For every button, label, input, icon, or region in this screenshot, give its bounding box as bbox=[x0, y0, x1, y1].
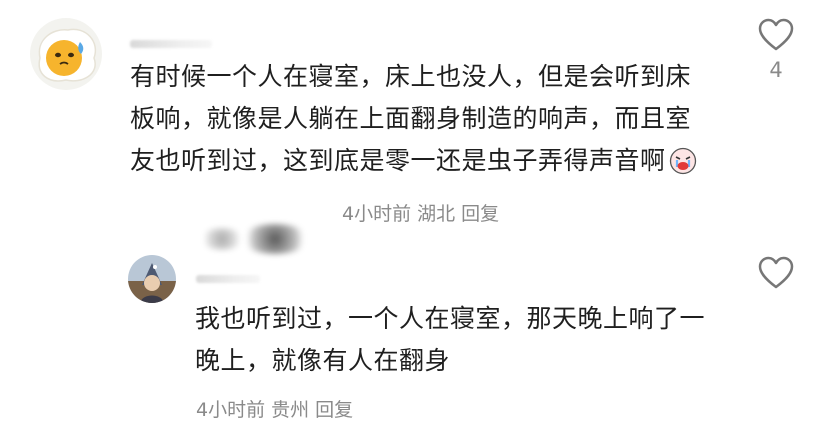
comment-body: 有时候一个人在寝室，床上也没人，但是会听到床板响，就像是人躺在上面翻身制造的响声… bbox=[130, 62, 692, 175]
comment-meta: 4小时前 湖北 回复 bbox=[342, 199, 505, 226]
comment-text[interactable]: 我也听到过，一个人在寝室，那天晚上响了一晚上，就像有人在翻身 bbox=[195, 298, 715, 382]
comment-time: 4小时前 bbox=[342, 203, 412, 225]
avatar[interactable] bbox=[30, 18, 102, 90]
avatar[interactable] bbox=[128, 255, 176, 303]
comment-body: 我也听到过，一个人在寝室，那天晚上响了一晚上，就像有人在翻身 bbox=[195, 304, 706, 375]
comment-meta: 4小时前 贵州 回复 bbox=[196, 395, 359, 422]
reply-button[interactable]: 回复 bbox=[461, 203, 499, 225]
heart-icon bbox=[758, 18, 794, 51]
comment-location: 湖北 bbox=[417, 203, 456, 225]
anime-character-avatar-icon bbox=[128, 255, 176, 303]
like-count: 4 bbox=[769, 58, 783, 82]
reply-button[interactable]: 回复 bbox=[315, 399, 353, 421]
comment-text[interactable]: 有时候一个人在寝室，床上也没人，但是会听到床板响，就像是人躺在上面翻身制造的响声… bbox=[130, 56, 710, 188]
redaction-blur bbox=[240, 224, 310, 254]
comment-time: 4小时前 bbox=[196, 399, 266, 421]
username-redacted bbox=[130, 40, 212, 48]
fried-egg-avatar-icon bbox=[30, 18, 102, 90]
comment-location: 贵州 bbox=[271, 399, 310, 421]
like-button[interactable] bbox=[752, 256, 800, 296]
heart-icon bbox=[758, 256, 794, 289]
like-button[interactable]: 4 bbox=[752, 18, 800, 82]
crying-face-icon bbox=[668, 145, 698, 188]
redaction-blur bbox=[200, 228, 244, 250]
username-redacted bbox=[196, 275, 260, 283]
